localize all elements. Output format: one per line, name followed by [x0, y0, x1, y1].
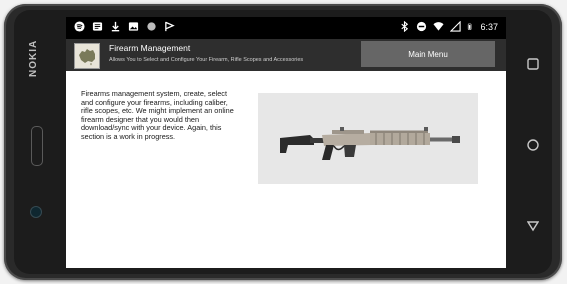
square-recent-icon[interactable]: [527, 58, 539, 70]
circle-home-icon[interactable]: [527, 139, 539, 151]
app-header: Firearm Management Allows You to Select …: [66, 39, 506, 71]
firearm-image-panel: [258, 93, 478, 184]
record-dot-icon: [147, 22, 156, 31]
rifle-image: [280, 127, 460, 160]
australia-map-icon: [79, 49, 95, 66]
bluetooth-icon: [401, 21, 409, 32]
battery-icon: [468, 23, 472, 30]
image-icon: [128, 22, 139, 31]
page-subtitle: Allows You to Select and Configure Your …: [109, 57, 304, 63]
device-brand-label: NOKIA: [28, 39, 39, 77]
app-logo: [74, 43, 100, 69]
download-icon: [111, 21, 120, 32]
spotify-icon: [74, 21, 85, 32]
news-icon: [92, 22, 103, 31]
status-bar: 6:37: [66, 17, 506, 39]
wifi-icon: [433, 22, 445, 31]
app-screen: 6:37 Firearm Management Allows You to Se…: [66, 17, 506, 268]
page-title: Firearm Management: [109, 43, 191, 53]
signal-icon: [450, 21, 462, 32]
triangle-back-icon[interactable]: [527, 220, 539, 232]
device-speaker-slot: [31, 126, 43, 166]
flag-play-icon: [165, 21, 175, 32]
device-camera: [31, 207, 41, 217]
description-text: Firearms management system, create, sele…: [81, 89, 234, 141]
do-not-disturb-icon: [417, 21, 427, 32]
main-menu-button[interactable]: Main Menu: [361, 41, 495, 67]
status-time: 6:37: [480, 21, 498, 32]
